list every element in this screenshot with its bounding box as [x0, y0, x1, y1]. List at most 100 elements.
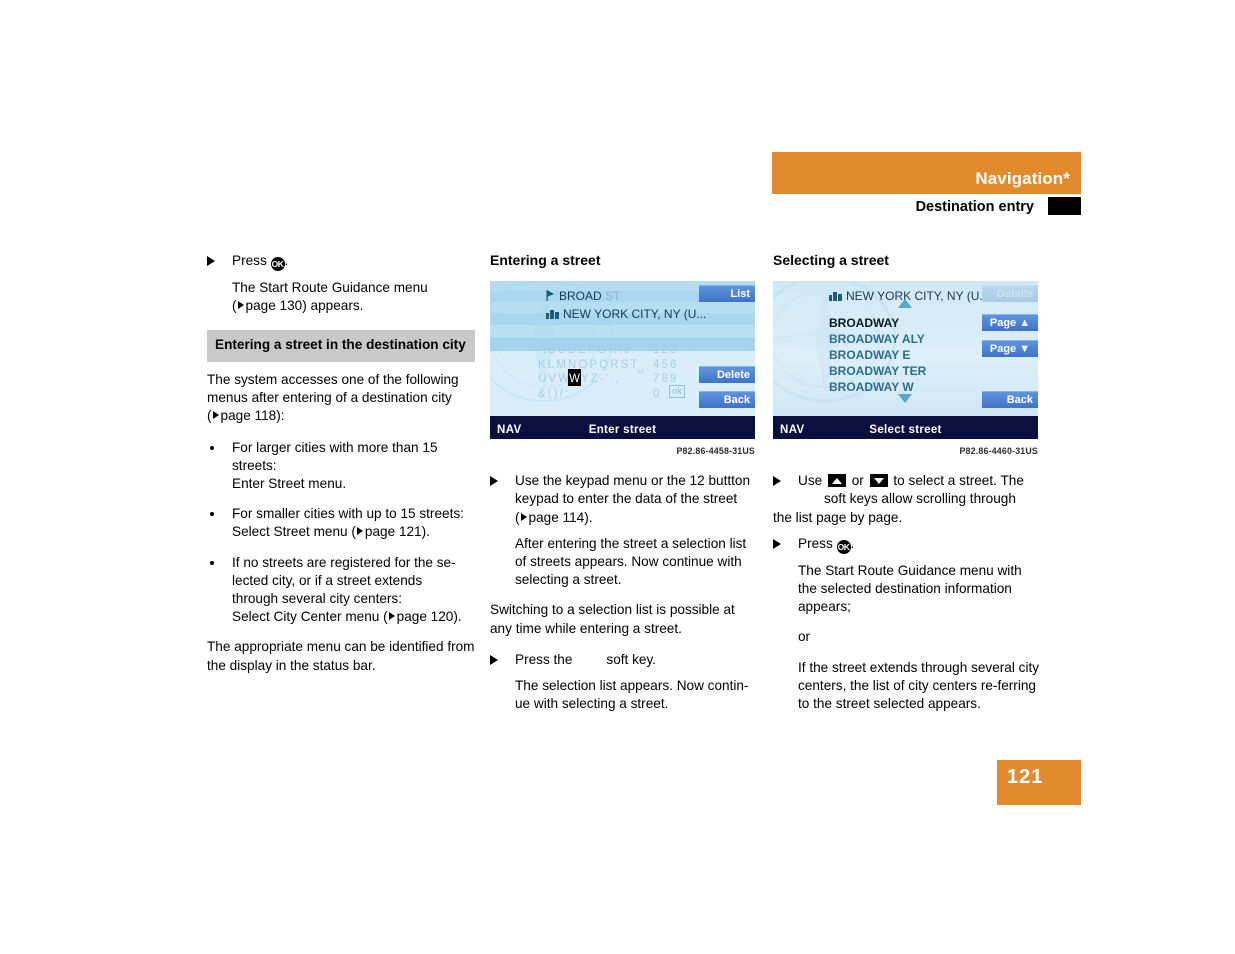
step-triangle-icon	[490, 654, 498, 665]
list-item-ref: page 121).	[364, 524, 430, 540]
column-middle-heading: Entering a street	[490, 252, 601, 268]
ok-button-icon: OK	[836, 539, 851, 554]
nav-display: BROAD ST NEW YORK CITY, NY (U... ABCDEFG…	[490, 281, 755, 439]
bullet-dot-icon	[210, 445, 214, 450]
softkey-back[interactable]: Back	[699, 391, 755, 408]
page-title: Navigation*	[975, 169, 1070, 188]
street-flag-icon	[546, 290, 554, 301]
nav-status-bar: NAV Select street	[773, 416, 1038, 439]
list-item-text: For larger cities with more than 15 stre…	[232, 439, 438, 491]
entered-street-line: BROAD ST	[546, 287, 620, 305]
scroll-up-indicator-icon	[898, 299, 912, 308]
page-subtitle: Destination entry	[915, 199, 1034, 215]
step-triangle-icon	[773, 476, 781, 487]
arrow-up-softkey-icon	[827, 474, 846, 488]
street-autocomplete-text: ST	[605, 289, 621, 303]
step-use-keypad: Use the keypad menu or the 12 buttton ke…	[490, 472, 760, 527]
bullet-dot-icon	[210, 512, 214, 517]
status-screen-title: Enter street	[588, 424, 657, 436]
step-press-period: .	[850, 535, 855, 551]
figure-caption: P82.86-4460-31US	[959, 446, 1038, 456]
result-line-2: (page 130) appears.	[232, 298, 364, 314]
softkey-list[interactable]: List	[699, 285, 755, 302]
list-item: If no streets are registered for the se-…	[207, 554, 475, 627]
page-ref-triangle-icon	[388, 612, 395, 621]
keypad-ok-key[interactable]: ok	[669, 385, 686, 398]
page-ref-triangle-icon	[520, 512, 527, 521]
header-orange-band: Navigation*	[772, 152, 1081, 194]
page-ref-triangle-icon	[237, 301, 244, 310]
keypad-space-key-icon[interactable]: ␣	[637, 358, 644, 376]
result-line-2-text: page 130) appears.	[245, 298, 364, 314]
keypad-letters[interactable]: ABCDEFGHIJ KLMNOPQRST UVWXYZ-'., &()/;	[538, 343, 640, 401]
nav-screen-enter-street: BROAD ST NEW YORK CITY, NY (U... ABCDEFG…	[490, 281, 760, 460]
arrow-down-softkey-icon	[869, 474, 888, 488]
header-subtitle-row: Destination entry	[772, 194, 1081, 219]
step-line-1: Use the keypad menu or the 12 buttton	[515, 473, 751, 489]
keypad-row[interactable]: UVWXYZ-'.,	[538, 372, 640, 387]
step-line-2: keypad to enter the data of the street	[515, 491, 738, 507]
softkey-delete[interactable]: Delete	[699, 366, 755, 383]
step-softkey-label: soft key.	[606, 651, 657, 667]
softkey-page-up[interactable]: Page ▲	[982, 314, 1038, 331]
section-heading: Entering a street in the destination cit…	[207, 330, 475, 362]
step-press-ok: Press OK.	[773, 535, 1043, 554]
step-line-2: soft keys allow scrolling through	[824, 491, 1016, 507]
step-press-label: Press	[232, 253, 267, 268]
page-ref-triangle-icon	[356, 527, 363, 536]
svg-text:S: S	[793, 370, 804, 392]
column-left: Press OK. The Start Route Guidance menu …	[207, 252, 475, 688]
keypad-num-row[interactable]: 456	[653, 358, 679, 373]
step-select-label: to select a street. The	[893, 473, 1024, 489]
intro-line-1: The system accesses one of the following	[207, 371, 459, 387]
scroll-down-indicator-icon	[898, 394, 912, 403]
list-item: For smaller cities with up to 15 streets…	[207, 505, 475, 541]
step-line-3: (page 114).	[515, 509, 593, 525]
softkey-details[interactable]: Details	[982, 285, 1038, 302]
step-press-list-softkey: Press the soft key.	[490, 651, 760, 669]
intro-line-2: menus after entering of a destination ci…	[207, 390, 452, 406]
step-triangle-icon	[773, 538, 781, 549]
step-triangle-icon	[490, 476, 498, 487]
intro-paragraph: The system accesses one of the following…	[207, 371, 475, 426]
step-press-period: .	[284, 253, 289, 268]
step-press-list-result: The selection list appears. Now contin-u…	[515, 678, 749, 712]
chapter-tab-marker	[1048, 197, 1081, 215]
nav-screen-select-street: S NEW YORK CITY, NY (U... BROADWAY BROAD…	[773, 281, 1043, 460]
keypad-cursor-letter: W	[569, 373, 580, 385]
intro-line-3-text: page 118):	[220, 408, 285, 424]
softkey-back[interactable]: Back	[982, 391, 1038, 408]
keypad-row[interactable]: ABCDEFGHIJ	[538, 343, 640, 358]
page-ref-triangle-icon	[212, 411, 219, 420]
status-screen-title: Select street	[869, 424, 942, 436]
list-item: For larger cities with more than 15 stre…	[207, 439, 475, 494]
column-right-heading: Selecting a street	[773, 252, 889, 268]
step-press-label: Press	[798, 535, 833, 551]
city-buildings-icon	[829, 292, 842, 301]
figure-caption: P82.86-4458-31US	[676, 446, 755, 456]
step-or-label: or	[851, 473, 864, 489]
entered-street-text: BROAD	[559, 289, 602, 303]
step-press-ok: Press OK.	[207, 252, 475, 271]
keypad-row[interactable]: KLMNOPQRST	[538, 358, 640, 373]
nav-status-bar: NAV Enter street	[490, 416, 755, 439]
step-line-3-text: page 114).	[528, 509, 593, 525]
ok-button-icon: OK	[270, 257, 285, 271]
or-separator: or	[798, 629, 811, 645]
column-middle: Entering a street BROAD ST NEW YORK CITY…	[490, 252, 760, 725]
step-press-ok-result: The Start Route Guidance menu (page 130)…	[207, 279, 475, 315]
city-text: NEW YORK CITY, NY (U...	[563, 307, 707, 321]
paragraph-switching: Switching to a selection list is possibl…	[490, 602, 735, 636]
page-number-text: 121	[1007, 766, 1044, 788]
list-item-ref: page 120).	[396, 609, 462, 625]
page-header: Navigation* Destination entry	[772, 152, 1081, 219]
city-line: NEW YORK CITY, NY (U...	[546, 305, 706, 323]
step-use-arrows: Use or to select a street. The soft keys…	[773, 472, 1043, 527]
keypad-row[interactable]: &()/;	[538, 387, 640, 402]
keypad-num-row[interactable]: 123	[653, 343, 679, 358]
closing-paragraph: The appropriate menu can be identified f…	[207, 639, 475, 673]
softkey-page-down[interactable]: Page ▼	[982, 340, 1038, 357]
intro-line-3: (page 118):	[207, 408, 285, 424]
step-use-keypad-result: After entering the street a selection li…	[515, 535, 747, 588]
city-buildings-icon	[546, 310, 559, 319]
